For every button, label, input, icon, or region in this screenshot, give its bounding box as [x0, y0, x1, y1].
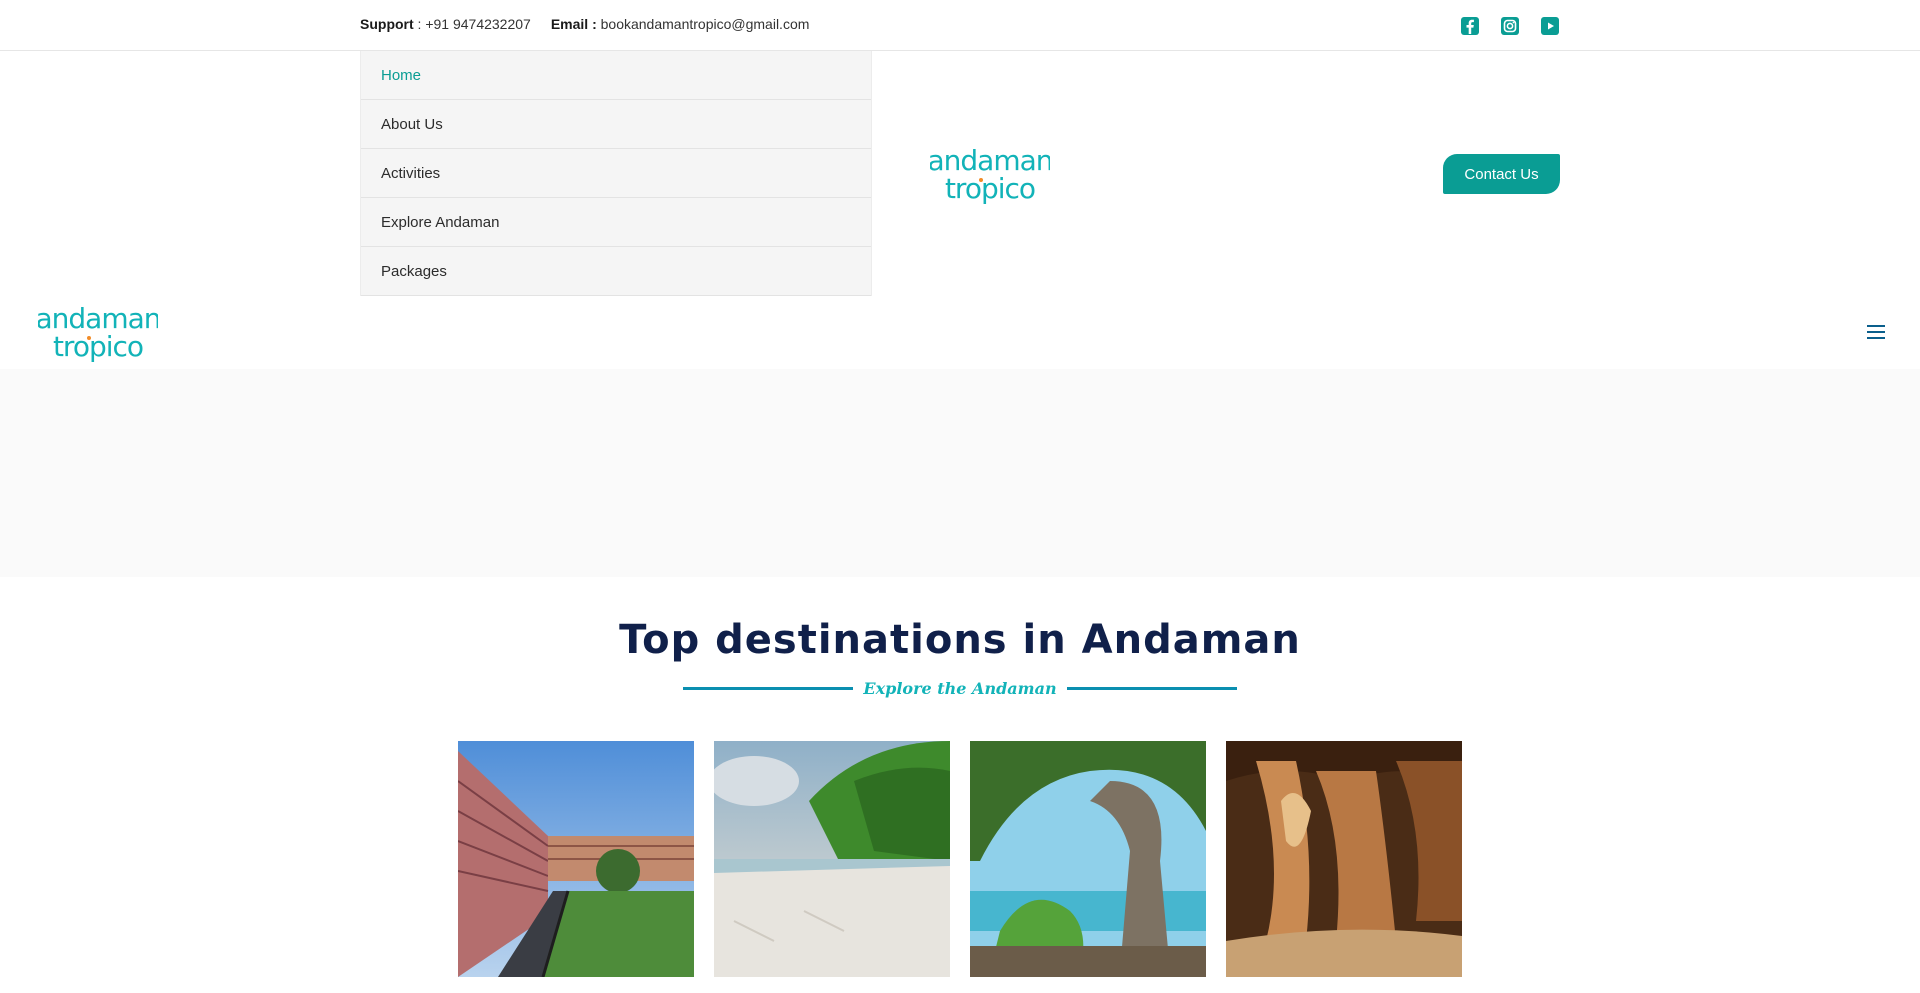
hamburger-menu-icon[interactable]	[1867, 325, 1885, 339]
section-title: Top destinations in Andaman	[619, 617, 1301, 663]
rock-arch-photo[interactable]	[970, 741, 1206, 977]
youtube-icon[interactable]	[1540, 16, 1560, 36]
menu-item-activities[interactable]: Activities	[361, 149, 871, 198]
facebook-icon[interactable]	[1460, 16, 1480, 36]
support-phone[interactable]: : +91 9474232207	[414, 16, 531, 32]
mobile-logo-line2: tropico	[53, 330, 143, 363]
contact-info: Support : +91 9474232207 Email : bookanda…	[360, 16, 809, 32]
page: Support : +91 9474232207 Email : bookanda…	[0, 0, 1920, 993]
support-email[interactable]: bookandamantropico@gmail.com	[597, 16, 810, 32]
divider-right	[1066, 686, 1237, 690]
mobile-logo[interactable]: andaman tropico	[38, 298, 158, 368]
hero-band	[0, 369, 1920, 577]
limestone-cave-photo[interactable]	[1226, 741, 1462, 977]
section-subtitle: Explore the Andaman	[863, 678, 1057, 698]
beach-photo[interactable]	[714, 741, 950, 977]
destination-cards	[458, 741, 1462, 977]
contact-us-button[interactable]: Contact Us	[1443, 154, 1560, 194]
support-label: Support	[360, 16, 414, 32]
cellular-jail-photo[interactable]	[458, 741, 694, 977]
menu-item-home[interactable]: Home	[361, 51, 871, 100]
menu-item-explore-andaman[interactable]: Explore Andaman	[361, 198, 871, 247]
logo[interactable]: andaman tropico	[930, 140, 1050, 210]
logo-line2: tropico	[945, 172, 1035, 205]
dropdown-menu: Home About Us Activities Explore Andaman…	[360, 51, 872, 296]
instagram-icon[interactable]	[1500, 16, 1520, 36]
menu-item-about-us[interactable]: About Us	[361, 100, 871, 149]
top-bar: Support : +91 9474232207 Email : bookanda…	[0, 0, 1920, 51]
social-links	[1460, 16, 1560, 36]
section-subtitle-row: Explore the Andaman	[683, 676, 1237, 700]
divider-left	[683, 686, 854, 690]
email-label: Email :	[550, 16, 597, 32]
menu-item-packages[interactable]: Packages	[361, 247, 871, 296]
